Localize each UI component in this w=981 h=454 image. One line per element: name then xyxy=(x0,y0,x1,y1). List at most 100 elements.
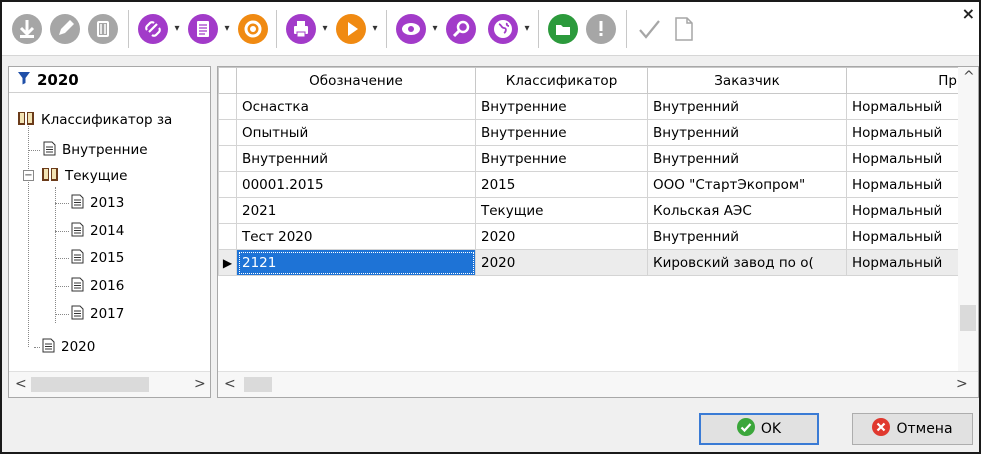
link-icon[interactable] xyxy=(136,12,170,46)
tree-collapse-toggle[interactable]: − xyxy=(23,170,34,181)
document-icon xyxy=(71,222,84,241)
table-row[interactable]: 2021 Текущие Кольская АЭС Нормальный xyxy=(218,197,963,224)
info-icon[interactable] xyxy=(584,12,618,46)
table-cell[interactable]: ООО "СтартЭкопром" xyxy=(647,171,847,198)
grid-horizontal-scrollbar[interactable]: < > xyxy=(218,371,978,397)
row-indicator-header xyxy=(218,67,237,94)
tree-node-2017[interactable]: 2017 xyxy=(71,302,124,326)
table-row[interactable]: Тест 2020 2020 Внутренний Нормальный xyxy=(218,223,963,250)
document-icon xyxy=(71,194,84,213)
tree-node-current[interactable]: Текущие xyxy=(41,164,128,188)
table-cell[interactable]: Текущие xyxy=(475,197,648,224)
tree-node-root[interactable]: Классификатор за xyxy=(17,108,172,132)
scroll-left-arrow[interactable]: < xyxy=(224,376,236,392)
cancel-x-icon xyxy=(872,418,891,440)
scroll-thumb[interactable] xyxy=(31,377,149,392)
table-cell[interactable]: Внутренний xyxy=(647,119,847,146)
scroll-thumb[interactable] xyxy=(244,377,272,392)
table-cell[interactable]: Нормальный xyxy=(846,171,963,198)
table-cell[interactable]: Нормальный xyxy=(846,93,963,120)
scroll-thumb[interactable] xyxy=(960,305,976,331)
search-magnifier-icon[interactable] xyxy=(444,12,478,46)
table-cell[interactable]: 2015 xyxy=(475,171,648,198)
table-cell[interactable]: 00001.2015 xyxy=(236,171,476,198)
refresh-cycle-icon[interactable] xyxy=(236,12,270,46)
table-row[interactable]: Внутренний Внутренние Внутренний Нормаль… xyxy=(218,145,963,172)
document-icon xyxy=(71,305,84,324)
print-icon[interactable] xyxy=(284,12,318,46)
table-row[interactable]: Оснастка Внутренние Внутренний Нормальны… xyxy=(218,93,963,120)
scroll-left-arrow[interactable]: < xyxy=(15,376,27,392)
table-cell[interactable]: Нормальный xyxy=(846,119,963,146)
document-dropdown-arrow[interactable]: ▾ xyxy=(223,24,231,34)
tree-node-label: 2016 xyxy=(90,278,125,294)
tree-horizontal-scrollbar[interactable]: < > xyxy=(9,371,210,397)
edit-pencil-icon[interactable] xyxy=(48,12,82,46)
document-icon xyxy=(71,277,84,296)
orders-grid-panel: Обозначение Классификатор Заказчик Пр Ос… xyxy=(217,66,979,398)
column-header[interactable]: Обозначение xyxy=(236,67,476,94)
column-header[interactable]: Пр xyxy=(846,67,963,94)
table-row[interactable]: 00001.2015 2015 ООО "СтартЭкопром" Норма… xyxy=(218,171,963,198)
book-icon xyxy=(17,110,35,130)
column-header[interactable]: Классификатор xyxy=(475,67,648,94)
play-dropdown-arrow[interactable]: ▾ xyxy=(371,24,379,34)
table-cell[interactable]: Внутренние xyxy=(475,93,648,120)
table-cell[interactable]: Внутренние xyxy=(475,145,648,172)
table-cell[interactable]: 2021 xyxy=(236,197,476,224)
eye-dropdown-arrow[interactable]: ▾ xyxy=(431,24,439,34)
filter-icon[interactable] xyxy=(17,71,31,89)
grid-vertical-scrollbar[interactable]: ^ xyxy=(958,67,978,371)
table-cell[interactable]: Кольская АЭС xyxy=(647,197,847,224)
table-cell[interactable]: Внутренний xyxy=(647,223,847,250)
toolbar-separator xyxy=(386,10,387,48)
print-dropdown-arrow[interactable]: ▾ xyxy=(321,24,329,34)
scroll-up-arrow[interactable]: ^ xyxy=(963,69,975,85)
table-row-selected[interactable]: ▶ 2121 2020 Кировский завод по о( Нормал… xyxy=(218,249,963,276)
blank-page-icon[interactable] xyxy=(666,12,700,46)
eye-icon[interactable] xyxy=(394,12,428,46)
ok-button[interactable]: OK xyxy=(699,413,819,445)
table-cell[interactable]: Нормальный xyxy=(846,223,963,250)
checkmark-icon[interactable] xyxy=(632,12,666,46)
tree-node-2020[interactable]: 2020 xyxy=(42,335,95,359)
link-dropdown-arrow[interactable]: ▾ xyxy=(173,24,181,34)
table-cell[interactable]: Кировский завод по о( xyxy=(647,249,847,276)
table-cell[interactable]: 2020 xyxy=(475,223,648,250)
tree-node-2013[interactable]: 2013 xyxy=(71,191,124,215)
table-cell-selected[interactable]: 2121 xyxy=(236,249,476,276)
close-icon[interactable]: × xyxy=(962,4,975,23)
tree-node-2015[interactable]: 2015 xyxy=(71,246,124,270)
tree-node-2014[interactable]: 2014 xyxy=(71,219,124,243)
table-cell[interactable]: Тест 2020 xyxy=(236,223,476,250)
tree-view[interactable]: Классификатор за Внутренние − Текущие 20… xyxy=(9,95,210,369)
delete-bin-icon[interactable] xyxy=(86,12,120,46)
tree-node-internal[interactable]: Внутренние xyxy=(43,138,148,162)
table-cell[interactable]: Опытный xyxy=(236,119,476,146)
table-cell[interactable]: Внутренние xyxy=(475,119,648,146)
document-list-icon[interactable] xyxy=(186,12,220,46)
table-cell[interactable]: 2020 xyxy=(475,249,648,276)
table-cell[interactable]: Нормальный xyxy=(846,197,963,224)
globe-icon[interactable] xyxy=(486,12,520,46)
table-cell[interactable]: Оснастка xyxy=(236,93,476,120)
row-indicator xyxy=(218,197,237,224)
table-cell[interactable]: Внутренний xyxy=(647,93,847,120)
download-icon[interactable] xyxy=(10,12,44,46)
table-cell[interactable]: Внутренний xyxy=(647,145,847,172)
play-icon[interactable] xyxy=(334,12,368,46)
table-cell[interactable]: Нормальный xyxy=(846,249,963,276)
table-cell[interactable]: Внутренний xyxy=(236,145,476,172)
ok-check-icon xyxy=(736,418,755,440)
toolbar-separator xyxy=(276,10,277,48)
scroll-right-arrow[interactable]: > xyxy=(956,376,968,392)
cancel-button[interactable]: Отмена xyxy=(852,413,973,445)
scroll-right-arrow[interactable]: > xyxy=(194,376,206,392)
column-header[interactable]: Заказчик xyxy=(647,67,847,94)
table-row[interactable]: Опытный Внутренние Внутренний Нормальный xyxy=(218,119,963,146)
table-cell[interactable]: Нормальный xyxy=(846,145,963,172)
open-folder-icon[interactable] xyxy=(546,12,580,46)
globe-dropdown-arrow[interactable]: ▾ xyxy=(523,24,531,34)
tree-node-label: Текущие xyxy=(65,168,128,184)
tree-node-2016[interactable]: 2016 xyxy=(71,274,124,298)
